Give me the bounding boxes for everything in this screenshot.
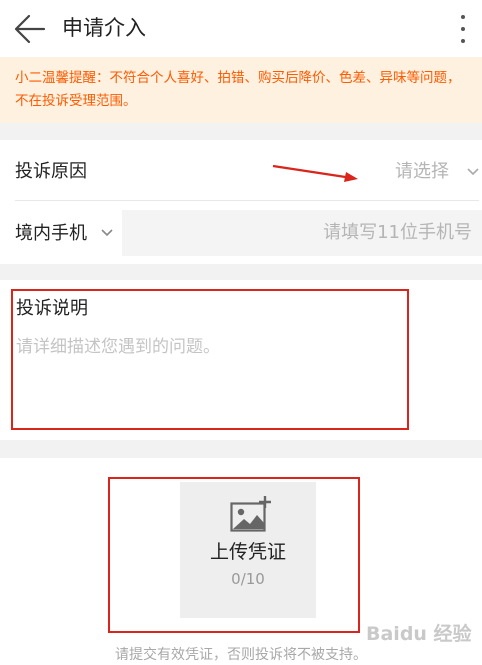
phone-placeholder: 请填写11位手机号	[323, 222, 472, 243]
annotation-box-upload	[108, 477, 360, 633]
baidu-watermark-logo: Baidu 经验	[366, 622, 473, 645]
page-title: 申请介入	[62, 16, 146, 40]
more-vertical-icon[interactable]	[454, 12, 472, 46]
phone-number-input[interactable]: 请填写11位手机号	[122, 210, 482, 256]
app-header: 申请介入	[0, 0, 482, 57]
complaint-reason-select[interactable]: 请选择	[395, 159, 449, 185]
phone-region-select[interactable]: 境内手机	[15, 221, 87, 247]
svg-text:Baidu 经验: Baidu 经验	[366, 622, 473, 645]
annotation-arrow-icon	[272, 164, 358, 182]
warm-reminder-banner: 小二温馨提醒：不符合个人喜好、拍错、购买后降价、色差、异味等问题，不在投诉受理范…	[0, 57, 482, 123]
row-divider	[15, 200, 479, 201]
complaint-reason-label: 投诉原因	[15, 161, 87, 182]
arrow-left-icon[interactable]	[14, 14, 46, 44]
chevron-down-icon[interactable]	[100, 228, 114, 238]
annotation-box-description	[11, 289, 409, 430]
chevron-down-icon[interactable]	[466, 167, 480, 177]
reminder-text: 小二温馨提醒：不符合个人喜好、拍错、购买后降价、色差、异味等问题，不在投诉受理范…	[15, 70, 461, 109]
